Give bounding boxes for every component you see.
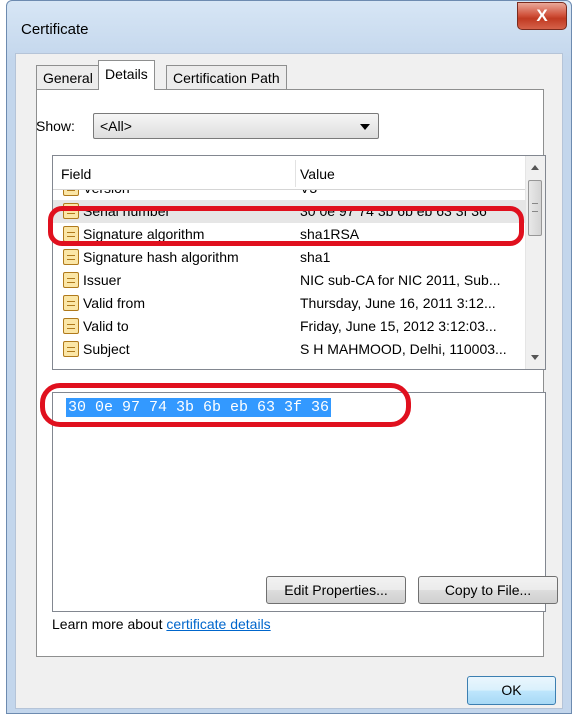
tab-certification-path[interactable]: Certification Path xyxy=(166,65,287,89)
fields-list-rows: Version V3 Serial number 30 0e 97 74 3b … xyxy=(53,177,527,361)
field-value: Friday, June 15, 2012 3:12:03... xyxy=(300,318,497,334)
edit-properties-button[interactable]: Edit Properties... xyxy=(266,576,406,604)
tab-general[interactable]: General xyxy=(36,65,100,89)
scroll-up-arrow-icon[interactable] xyxy=(531,165,539,170)
certificate-field-icon xyxy=(63,226,79,242)
list-scrollbar[interactable] xyxy=(525,156,545,369)
chevron-down-icon xyxy=(360,124,370,130)
show-label: Show: xyxy=(36,118,75,134)
list-item[interactable]: Issuer NIC sub-CA for NIC 2011, Sub... xyxy=(53,269,527,292)
copy-to-file-button[interactable]: Copy to File... xyxy=(418,576,558,604)
field-name: Signature hash algorithm xyxy=(83,249,239,265)
field-value: sha1 xyxy=(300,249,331,265)
dialog-client-area: General Details Certification Path Show:… xyxy=(15,53,563,709)
list-item-selected[interactable]: Serial number 30 0e 97 74 3b 6b eb 63 3f… xyxy=(53,200,527,223)
field-name: Subject xyxy=(83,341,130,357)
certificate-details-link[interactable]: certificate details xyxy=(166,616,270,632)
certificate-field-icon xyxy=(63,295,79,311)
learn-more-text: Learn more about certificate details xyxy=(52,616,271,632)
list-item[interactable]: Signature algorithm sha1RSA xyxy=(53,223,527,246)
list-header: Field Value xyxy=(53,156,527,190)
certificate-field-icon xyxy=(63,318,79,334)
window-title: Certificate xyxy=(21,21,89,38)
field-name: Signature algorithm xyxy=(83,226,205,242)
column-divider[interactable] xyxy=(295,160,296,187)
close-button[interactable]: X xyxy=(517,2,567,30)
list-item[interactable]: Valid from Thursday, June 16, 2011 3:12.… xyxy=(53,292,527,315)
scrollbar-thumb[interactable] xyxy=(528,180,542,236)
scroll-down-arrow-icon[interactable] xyxy=(531,355,539,360)
field-name: Serial number xyxy=(83,203,171,219)
selected-detail-text[interactable]: 30 0e 97 74 3b 6b eb 63 3f 36 xyxy=(66,398,332,417)
field-value: sha1RSA xyxy=(300,226,360,242)
certificate-field-icon xyxy=(63,249,79,265)
certificate-field-icon xyxy=(63,203,79,219)
show-selected-value: <All> xyxy=(100,118,132,134)
field-value: Thursday, June 16, 2011 3:12... xyxy=(300,295,496,311)
field-value: S H MAHMOOD, Delhi, 110003... xyxy=(300,341,507,357)
list-item[interactable]: Valid to Friday, June 15, 2012 3:12:03..… xyxy=(53,315,527,338)
field-value: 30 0e 97 74 3b 6b eb 63 3f 36 xyxy=(300,203,487,219)
tab-details[interactable]: Details xyxy=(98,60,155,90)
learn-more-prefix: Learn more about xyxy=(52,616,167,632)
certificate-field-icon xyxy=(63,272,79,288)
column-header-value[interactable]: Value xyxy=(300,166,335,182)
field-name: Valid from xyxy=(83,295,145,311)
certificate-window: Certificate X General Details Certificat… xyxy=(6,0,572,714)
certificate-field-icon xyxy=(63,341,79,357)
field-name: Valid to xyxy=(83,318,129,334)
list-item[interactable]: Subject S H MAHMOOD, Delhi, 110003... xyxy=(53,338,527,361)
field-name: Issuer xyxy=(83,272,122,288)
title-bar[interactable]: Certificate X xyxy=(7,1,571,53)
fields-list[interactable]: Version V3 Serial number 30 0e 97 74 3b … xyxy=(52,155,546,370)
field-value: NIC sub-CA for NIC 2011, Sub... xyxy=(300,272,501,288)
column-header-field[interactable]: Field xyxy=(61,166,91,182)
ok-button[interactable]: OK xyxy=(467,676,556,705)
show-dropdown[interactable]: <All> xyxy=(93,113,379,139)
list-item[interactable]: Signature hash algorithm sha1 xyxy=(53,246,527,269)
